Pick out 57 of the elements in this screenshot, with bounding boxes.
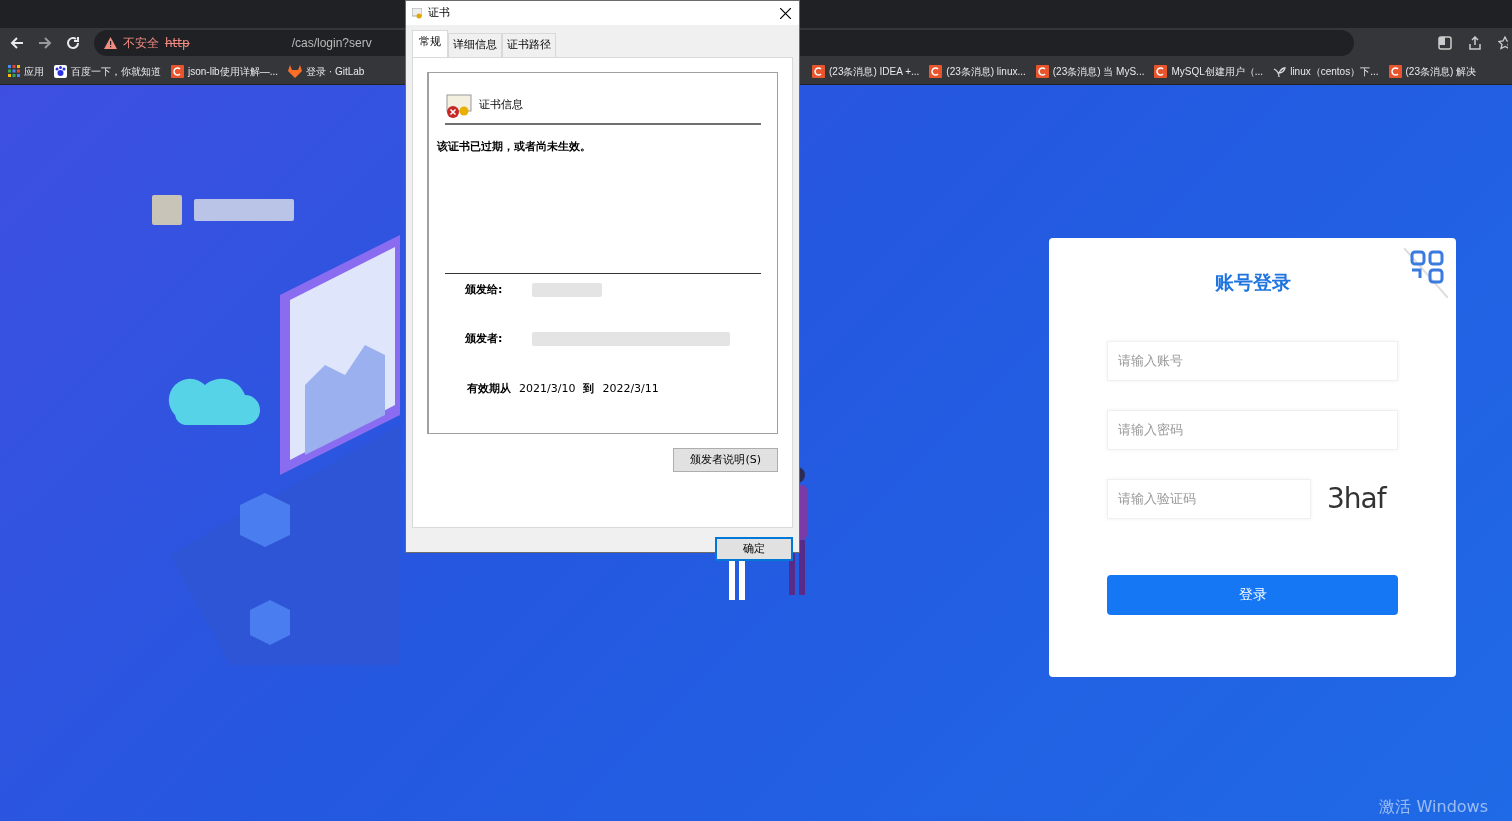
valid-to-date: 2022/3/11 bbox=[602, 381, 659, 397]
bookmark-item[interactable]: (23条消息) linux... bbox=[929, 63, 1026, 79]
close-icon bbox=[779, 8, 791, 19]
grid-icon bbox=[8, 65, 20, 77]
activation-notice: 激活 Windows bbox=[1379, 796, 1488, 818]
forward-arrow-icon[interactable] bbox=[38, 36, 52, 50]
site-logo-icon bbox=[1035, 64, 1049, 78]
certificate-heading: 证书信息 bbox=[479, 97, 523, 114]
paw-icon bbox=[54, 64, 67, 78]
redacted-block bbox=[532, 283, 603, 298]
ok-button[interactable]: 确定 bbox=[715, 536, 793, 561]
login-button[interactable]: 登录 bbox=[1107, 574, 1398, 615]
issuer-statement-button[interactable]: 颁发者说明(S) bbox=[673, 447, 778, 472]
dialog-tab[interactable]: 详细信息 bbox=[448, 33, 502, 57]
qr-code-icon[interactable] bbox=[1404, 248, 1448, 298]
translate-icon[interactable] bbox=[1438, 36, 1452, 50]
issued-to-label: 颁发给: bbox=[465, 282, 503, 298]
issued-by-label: 颁发者: bbox=[465, 330, 503, 347]
bookmark-item[interactable]: (23条消息) IDEA +... bbox=[812, 63, 920, 79]
sprout-icon bbox=[1273, 64, 1287, 78]
validity-label: 有效期从 bbox=[467, 381, 511, 397]
url-scheme: http bbox=[165, 35, 190, 52]
security-warning: 不安全 bbox=[123, 35, 159, 52]
redacted-block bbox=[152, 195, 182, 225]
fox-icon bbox=[288, 64, 302, 78]
captcha-image[interactable]: 3haf bbox=[1327, 481, 1386, 516]
site-logo-icon bbox=[171, 64, 184, 78]
site-logo-icon bbox=[929, 64, 943, 78]
star-icon[interactable] bbox=[1498, 36, 1508, 50]
bookmark-item[interactable]: linux（centos）下... bbox=[1273, 63, 1379, 79]
site-logo-icon bbox=[812, 64, 825, 78]
password-field[interactable]: 请输入密码 bbox=[1107, 409, 1398, 450]
dialog-title: 证书 bbox=[428, 4, 450, 21]
site-logo-icon bbox=[1388, 64, 1402, 78]
bookmark-item[interactable]: 百度一下，你就知道 bbox=[54, 63, 161, 79]
share-icon[interactable] bbox=[1468, 36, 1482, 50]
account-field[interactable]: 请输入账号 bbox=[1107, 340, 1398, 381]
bookmark-item[interactable]: (23条消息) 解决 bbox=[1388, 63, 1477, 79]
bookmark-item[interactable]: 应用 bbox=[8, 63, 44, 79]
bookmark-item[interactable]: MySQL创建用户（... bbox=[1154, 63, 1264, 79]
captcha-field[interactable]: 请输入验证码 bbox=[1107, 478, 1311, 519]
url-path: /cas/login?serv bbox=[291, 35, 372, 52]
site-logo-icon bbox=[1154, 64, 1168, 78]
bookmark-item[interactable]: 登录 · GitLab bbox=[288, 63, 365, 79]
validity-to-label: 到 bbox=[583, 381, 595, 397]
bookmark-item[interactable]: (23条消息) 当 MyS... bbox=[1035, 63, 1145, 79]
status-message: 该证书已过期，或者尚未生效。 bbox=[437, 138, 592, 155]
dialog-tab[interactable]: 证书路径 bbox=[502, 33, 556, 57]
warning-icon bbox=[104, 37, 117, 49]
reload-icon[interactable] bbox=[66, 36, 80, 50]
certificate-error-icon bbox=[445, 92, 473, 119]
back-arrow-icon[interactable] bbox=[10, 36, 24, 50]
login-title: 账号登录 bbox=[1213, 270, 1292, 295]
bookmark-item[interactable]: json-lib使用详解—... bbox=[171, 63, 278, 79]
valid-from-date: 2021/3/10 bbox=[519, 381, 576, 397]
certificate-icon bbox=[412, 7, 422, 19]
dialog-tab[interactable]: 常规 bbox=[412, 30, 448, 57]
